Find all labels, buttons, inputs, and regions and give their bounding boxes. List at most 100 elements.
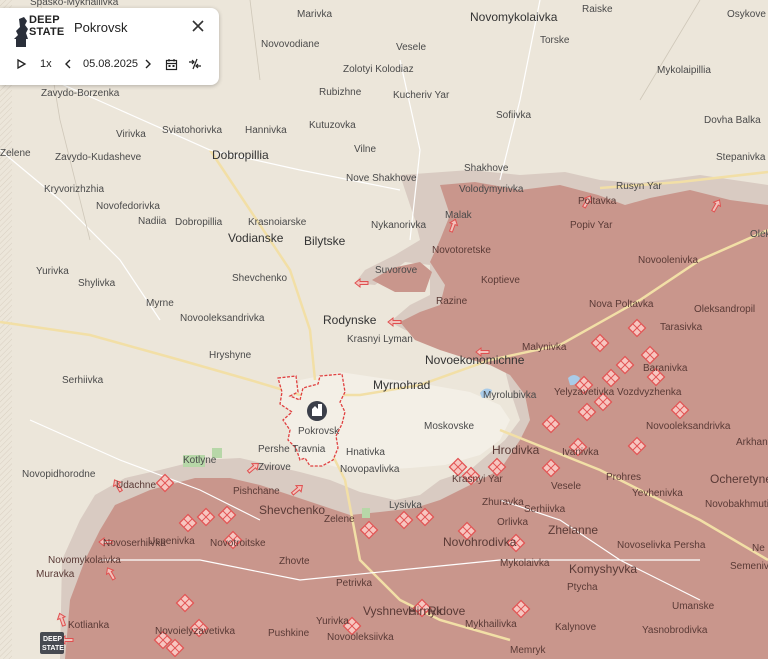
play-button[interactable] [15, 55, 27, 73]
city-marker-icon[interactable] [307, 401, 327, 421]
place-label: Novooleksandrivka [180, 313, 265, 324]
place-label: Yasnobrodivka [642, 625, 708, 636]
place-label: Spasko-Mykhailivka [30, 0, 119, 8]
place-label: Kalynove [555, 622, 597, 633]
place-label: Novomykolaivka [48, 555, 121, 566]
place-label: Mykolaipillia [657, 65, 711, 76]
place-label: Pershe Travnia [258, 444, 326, 455]
place-label: Hannivka [245, 125, 287, 136]
place-label: Poltavka [578, 196, 617, 207]
place-label: Krasnoiarske [248, 217, 307, 228]
place-label: Razine [436, 296, 468, 307]
place-label: Myrolubivka [483, 390, 537, 401]
place-label: Novobakhmutivka [705, 499, 768, 510]
chevron-right-icon [145, 59, 151, 69]
place-label: Rusyn Yar [616, 181, 662, 192]
close-icon[interactable] [190, 18, 206, 34]
place-label: Novoekonomichne [425, 353, 525, 367]
place-label: Dobropillia [212, 148, 269, 162]
place-label: Novopavlivka [340, 464, 400, 475]
place-label: Novopidhorodne [22, 469, 96, 480]
place-label: Petrivka [336, 578, 373, 589]
place-label: Yurivka [36, 266, 69, 277]
place-label: Umanske [672, 601, 715, 612]
place-label: Pushkine [268, 628, 310, 639]
place-label: Vodianske [228, 231, 284, 245]
map-edge-hatch [0, 0, 12, 659]
place-label: Prohres [606, 472, 641, 483]
place-label: Stepanivka [716, 152, 766, 163]
place-label: Rodynske [323, 313, 377, 327]
brand-line-2: STATE [29, 26, 65, 38]
place-label: Pishchane [233, 486, 280, 497]
place-label: Malynivka [522, 342, 567, 353]
place-label: Zelene [324, 514, 355, 525]
calendar-icon [165, 58, 178, 70]
place-label: Novohrodivka [443, 535, 517, 549]
place-label: Zhelanne [548, 523, 598, 537]
date-display[interactable]: 05.08.2025 [83, 55, 138, 73]
place-label: Bilytske [304, 234, 346, 248]
place-label: Dovha Balka [704, 115, 761, 126]
place-label: Novomykolaivka [470, 10, 558, 24]
place-label: Zelene [0, 148, 31, 159]
place-label: Novotoretske [432, 245, 491, 256]
place-label: Raiske [582, 4, 613, 15]
place-label: Nadiia [138, 216, 167, 227]
place-label: Uspenivka [148, 536, 195, 547]
place-label: Myrne [146, 298, 174, 309]
collapse-icon [189, 58, 201, 70]
place-label: Shylivka [78, 278, 116, 289]
place-label: Novooleksandrivka [646, 421, 731, 432]
place-label: Moskovske [424, 421, 474, 432]
place-label: Vilne [354, 144, 376, 155]
chevron-left-icon [65, 59, 71, 69]
svg-text:DEEP: DEEP [43, 636, 62, 643]
place-label: Kryvorizhzhia [44, 184, 104, 195]
calendar-button[interactable] [165, 55, 178, 73]
place-label: Vozdvyzhenka [617, 387, 682, 398]
place-label: Serhiivka [524, 504, 566, 515]
place-label: Memryk [510, 645, 547, 656]
place-label: Yevhenivka [632, 488, 683, 499]
place-label: Osykove [727, 9, 766, 20]
place-label: Novooleksiivka [327, 632, 394, 643]
place-label: Vesele [396, 42, 426, 53]
place-label: Popiv Yar [570, 220, 613, 231]
place-label: Marivka [297, 9, 332, 20]
speed-button[interactable]: 1x [40, 55, 52, 73]
place-label: Nove Shakhove [346, 173, 417, 184]
place-label: Vesele [551, 481, 581, 492]
place-label: Kutuzovka [309, 120, 356, 131]
place-label: Hryshyne [209, 350, 252, 361]
place-label: Dobropillia [175, 217, 223, 228]
brand-name: DEEP STATE [29, 14, 64, 38]
place-label: Novoselivka Persha [617, 540, 706, 551]
place-label: Udachne [116, 480, 156, 491]
green-patch [362, 508, 370, 518]
place-label: Torske [540, 35, 570, 46]
place-label: Ne [752, 543, 765, 554]
place-label: Ridove [428, 604, 466, 618]
place-label: Komyshyvka [569, 562, 637, 576]
previous-date-button[interactable] [63, 55, 73, 73]
place-label: Suvorove [375, 265, 418, 276]
place-label: Hrodivka [492, 443, 540, 457]
place-label: Shevchenko [232, 273, 287, 284]
place-label: Zhovte [279, 556, 310, 567]
place-label: Kotlyne [183, 455, 217, 466]
play-icon [17, 58, 27, 70]
logo-icon: DEEP STATE [40, 632, 64, 654]
collapse-button[interactable] [188, 55, 202, 73]
place-label: Olek [750, 229, 768, 240]
place-label: Arkhan [736, 437, 768, 448]
place-label: Muravka [36, 569, 75, 580]
place-label: Virivka [116, 129, 146, 140]
place-label: Zavydo-Borzenka [41, 88, 120, 99]
place-label: Nykanorivka [371, 220, 426, 231]
map-canvas[interactable]: Spasko-Mykhailivka Marivka Novomykolaivk… [0, 0, 768, 659]
place-label: Shakhove [464, 163, 509, 174]
next-date-button[interactable] [143, 55, 153, 73]
control-panel: DEEP STATE Pokrovsk 1x 05.08.2025 [0, 8, 219, 85]
place-label: Nova Poltavka [589, 299, 654, 310]
